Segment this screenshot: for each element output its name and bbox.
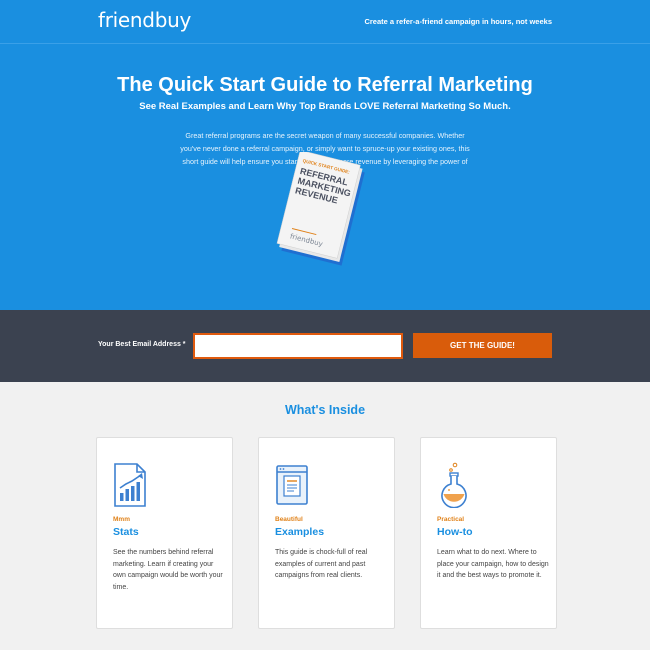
ebook-cover-image: QUICK START GUIDE: REFERRAL MARKETING RE…: [276, 152, 365, 266]
card-kicker: Mmm: [113, 516, 130, 523]
get-the-guide-button[interactable]: GET THE GUIDE!: [413, 333, 552, 358]
card-title: How-to: [437, 526, 473, 538]
friendbuy-logo[interactable]: friendbuy: [98, 8, 191, 32]
card-description: This guide is chock-full of real example…: [275, 549, 368, 579]
page-title: The Quick Start Guide to Referral Market…: [117, 74, 533, 96]
card-title: Examples: [275, 526, 325, 538]
card-stats: Mmm Stats See the numbers behind referra…: [96, 437, 233, 629]
email-input[interactable]: [193, 333, 403, 359]
email-label: Your Best Email Address *: [98, 341, 186, 348]
card-how-to: Practical How-to Learn what to do next. …: [420, 437, 557, 629]
card-description: See the numbers behind referral marketin…: [113, 549, 223, 591]
page-subtitle: See Real Examples and Learn Why Top Bran…: [139, 101, 511, 112]
card-kicker: Practical: [437, 516, 465, 523]
card-description: Learn what to do next. Where to place yo…: [437, 549, 549, 579]
whats-inside-heading: What's Inside: [284, 403, 366, 417]
flask-icon: [441, 462, 467, 508]
card-examples: Beautiful Examples This guide is chock-f…: [258, 437, 395, 629]
browser-window-icon: [276, 465, 308, 505]
chart-document-icon: [114, 463, 146, 507]
card-kicker: Beautiful: [275, 516, 303, 523]
top-bar: friendbuy Create a refer-a-friend campai…: [0, 0, 650, 44]
header-tagline: Create a refer-a-friend campaign in hour…: [364, 17, 552, 26]
card-title: Stats: [113, 526, 139, 538]
